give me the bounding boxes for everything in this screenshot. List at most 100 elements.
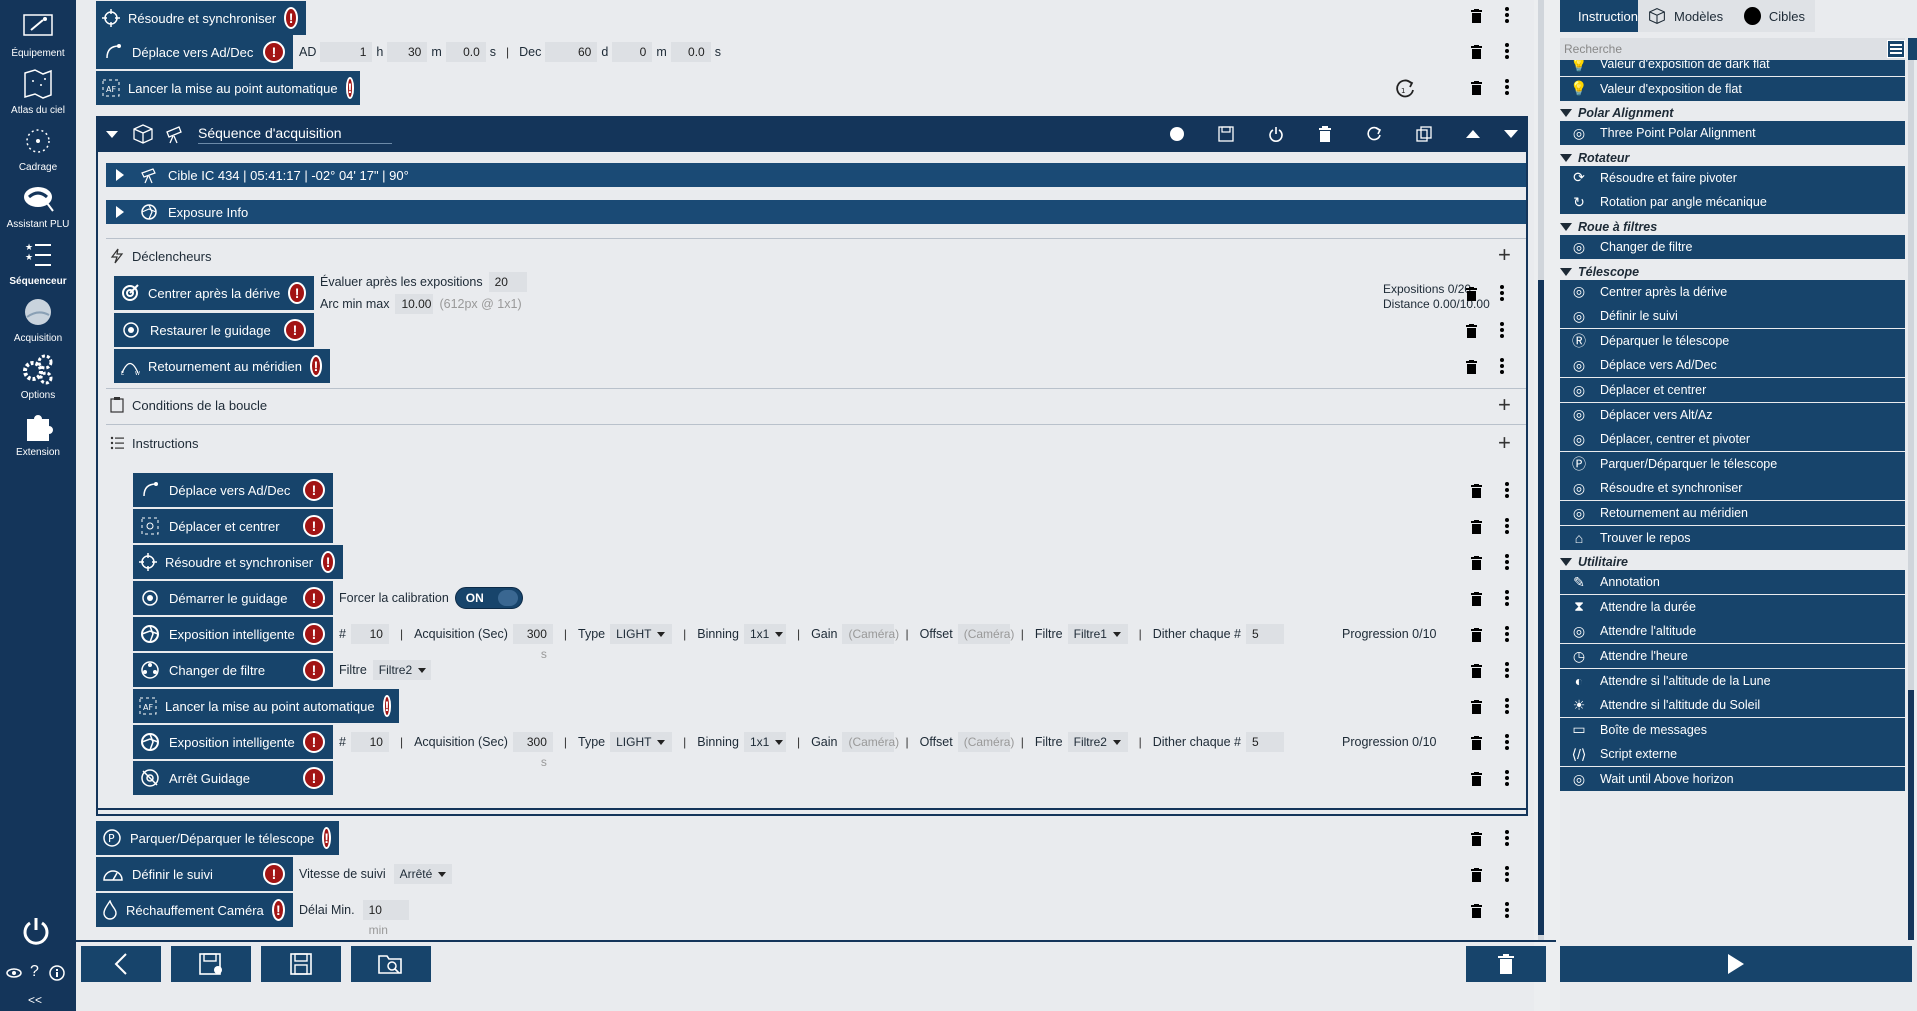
instruction-block[interactable]: Exposition intelligente ! bbox=[133, 617, 333, 651]
reset-icon[interactable]: 1 bbox=[1394, 78, 1416, 100]
library-item[interactable]: ◎ Centrer après la dérive bbox=[1560, 279, 1905, 304]
copy-icon[interactable] bbox=[1416, 126, 1432, 142]
sequence-title[interactable]: Séquence d'acquisition bbox=[198, 125, 392, 144]
more-icon[interactable] bbox=[1502, 661, 1512, 679]
library-item[interactable]: ◎ Déplace vers Ad/Dec bbox=[1560, 353, 1905, 378]
delete-icon[interactable] bbox=[1469, 80, 1483, 96]
ra-seconds-input[interactable]: 0.0 bbox=[445, 42, 486, 62]
library-item[interactable]: ◷ Attendre l'heure bbox=[1560, 644, 1905, 668]
library-item[interactable]: Ⓟ Parquer/Déparquer le télescope bbox=[1560, 451, 1905, 476]
delete-icon[interactable] bbox=[1469, 483, 1483, 499]
delete-icon[interactable] bbox=[1469, 699, 1483, 715]
library-item[interactable]: ◎ Attendre l'altitude bbox=[1560, 619, 1905, 644]
save-as-button[interactable] bbox=[171, 946, 251, 982]
more-icon[interactable] bbox=[1502, 589, 1512, 607]
delete-icon[interactable] bbox=[1469, 771, 1483, 787]
more-icon[interactable] bbox=[1502, 481, 1512, 499]
instruction-block[interactable]: Déplace vers Ad/Dec ! bbox=[133, 473, 333, 507]
more-icon[interactable] bbox=[1502, 865, 1512, 883]
nav-framing[interactable]: Cadrage bbox=[0, 124, 76, 173]
instruction-block[interactable]: Arrêt Guidage ! bbox=[133, 761, 333, 795]
instruction-block[interactable]: Démarrer le guidage ! bbox=[133, 581, 333, 615]
library-item[interactable]: ◎ Déplacer, centrer et pivoter bbox=[1560, 427, 1905, 452]
instruction-block[interactable]: Déplacer et centrer ! bbox=[133, 509, 333, 543]
more-icon[interactable] bbox=[1502, 6, 1512, 24]
instruction-block[interactable]: Résoudre et synchroniser ! bbox=[96, 1, 306, 35]
scrollbar-thumb[interactable] bbox=[1908, 690, 1914, 940]
move-down-icon[interactable] bbox=[1504, 130, 1518, 138]
more-icon[interactable] bbox=[1502, 697, 1512, 715]
expand-icon[interactable] bbox=[116, 206, 124, 218]
more-icon[interactable] bbox=[1497, 321, 1507, 339]
library-item[interactable]: 💡 Valeur d'exposition de flat bbox=[1560, 76, 1905, 101]
type-select[interactable]: LIGHT bbox=[610, 624, 673, 644]
delete-icon[interactable] bbox=[1464, 286, 1478, 302]
more-icon[interactable] bbox=[1502, 733, 1512, 751]
library-item[interactable]: Ⓡ Déparquer le télescope bbox=[1560, 328, 1905, 353]
library-item[interactable]: ⟳ Résoudre et faire pivoter bbox=[1560, 165, 1905, 190]
arcmin-input[interactable]: 10.00 bbox=[395, 294, 434, 314]
library-item[interactable]: ⟨/⟩ Script externe bbox=[1560, 742, 1905, 767]
library-item[interactable]: ◎ Three Point Polar Alignment bbox=[1560, 121, 1905, 146]
more-icon[interactable] bbox=[1502, 517, 1512, 535]
delete-icon[interactable] bbox=[1469, 555, 1483, 571]
more-icon[interactable] bbox=[1502, 553, 1512, 571]
collapse-button[interactable]: << bbox=[28, 993, 42, 1007]
ra-minutes-input[interactable]: 30 bbox=[387, 42, 428, 62]
more-icon[interactable] bbox=[1502, 42, 1512, 60]
offset-input[interactable]: (Caméra) bbox=[957, 624, 1014, 644]
dither-input[interactable]: 5 bbox=[1246, 624, 1285, 644]
instruction-block[interactable]: Exposition intelligente ! bbox=[133, 725, 333, 759]
instruction-block[interactable]: Réchauffement Caméra ! bbox=[96, 893, 293, 927]
save-button[interactable] bbox=[261, 946, 341, 982]
library-item[interactable]: ◐ Attendre si l'altitude de la Lune bbox=[1560, 668, 1905, 693]
info-icon[interactable] bbox=[49, 965, 65, 981]
binning-select[interactable]: 1x1 bbox=[743, 624, 786, 644]
ra-hours-input[interactable]: 1 bbox=[320, 42, 373, 62]
delete-icon[interactable] bbox=[1469, 867, 1483, 883]
dec-minutes-input[interactable]: 0 bbox=[612, 42, 653, 62]
trigger-block[interactable]: EW Retournement au méridien ! bbox=[114, 349, 330, 383]
add-trigger-button[interactable]: + bbox=[1498, 244, 1511, 266]
more-icon[interactable] bbox=[1497, 284, 1507, 302]
more-icon[interactable] bbox=[1497, 357, 1507, 375]
library-item[interactable]: ◎ Définir le suivi bbox=[1560, 304, 1905, 329]
force-calibration-toggle[interactable]: ON bbox=[454, 587, 523, 609]
nav-options[interactable]: Options bbox=[0, 352, 76, 401]
delete-icon[interactable] bbox=[1469, 519, 1483, 535]
library-item[interactable]: ⧗ Attendre la durée bbox=[1560, 594, 1905, 619]
nav-flat-wizard[interactable]: Assistant PLU bbox=[0, 181, 76, 230]
delete-icon[interactable] bbox=[1469, 903, 1483, 919]
trigger-block[interactable]: Restaurer le guidage ! bbox=[114, 313, 314, 347]
nav-plugins[interactable]: Extension bbox=[0, 409, 76, 458]
tab-targets[interactable]: Cibles bbox=[1734, 0, 1815, 32]
tracking-speed-select[interactable]: Arrêté bbox=[393, 864, 452, 884]
dither-input[interactable]: 5 bbox=[1246, 732, 1285, 752]
add-instruction-button[interactable]: + bbox=[1498, 432, 1511, 454]
delete-icon[interactable] bbox=[1469, 627, 1483, 643]
library-item[interactable]: ◎ Retournement au méridien bbox=[1560, 501, 1905, 525]
library-item[interactable]: ☀ Attendre si l'altitude du Soleil bbox=[1560, 693, 1905, 718]
delete-icon[interactable] bbox=[1318, 126, 1332, 142]
more-icon[interactable] bbox=[1502, 829, 1512, 847]
delete-icon[interactable] bbox=[1464, 323, 1478, 339]
library-item[interactable]: ▭ Boîte de messages bbox=[1560, 717, 1905, 742]
instruction-block[interactable]: P Parquer/Déparquer le télescope ! bbox=[96, 821, 339, 855]
category-header[interactable]: Polar Alignment bbox=[1560, 103, 1905, 123]
delay-input[interactable]: 10 min bbox=[362, 900, 409, 937]
start-sequence-button[interactable] bbox=[1560, 946, 1912, 982]
delete-icon[interactable] bbox=[1469, 663, 1483, 679]
gain-input[interactable]: (Caméra) bbox=[842, 624, 899, 644]
nav-sky-atlas[interactable]: Atlas du ciel bbox=[0, 67, 76, 116]
delete-icon[interactable] bbox=[1469, 591, 1483, 607]
category-header[interactable]: Utilitaire bbox=[1560, 552, 1905, 572]
more-icon[interactable] bbox=[1502, 78, 1512, 96]
instruction-block[interactable]: Déplace vers Ad/Dec ! bbox=[96, 35, 293, 69]
instruction-block[interactable]: AF Lancer la mise au point automatique ! bbox=[96, 71, 360, 105]
scrollbar-thumb[interactable] bbox=[1538, 280, 1544, 935]
disable-icon[interactable] bbox=[1268, 126, 1284, 142]
delete-icon[interactable] bbox=[1469, 735, 1483, 751]
filter-select[interactable]: Filtre2 bbox=[1067, 732, 1128, 752]
exposure-time-input[interactable]: 300 s bbox=[512, 732, 553, 769]
instruction-block[interactable]: AF Lancer la mise au point automatique ! bbox=[133, 689, 399, 723]
